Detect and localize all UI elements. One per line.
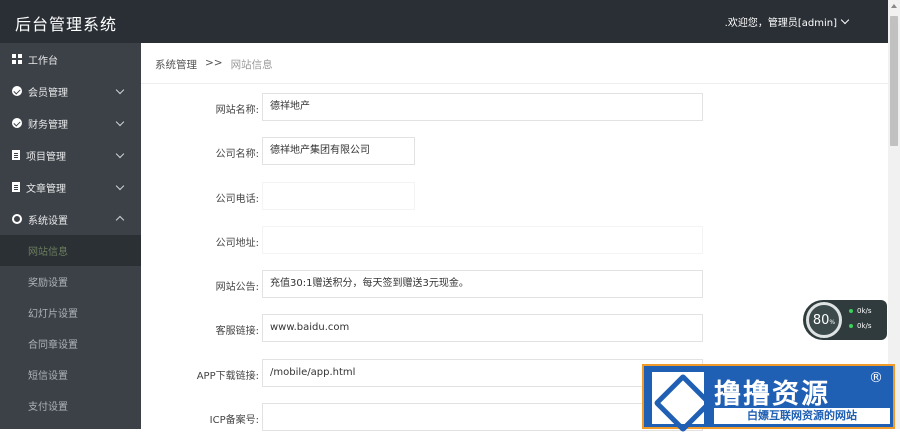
app-title: 后台管理系统 — [15, 15, 118, 34]
document-icon — [12, 182, 20, 192]
sidebar-item-settings[interactable]: 系统设置 — [0, 203, 141, 235]
sidebar-subitem-slides[interactable]: 幻灯片设置 — [0, 297, 141, 328]
upload-speed-value: 0k/s — [857, 307, 872, 315]
sidebar-subitem-label: 网站信息 — [28, 247, 68, 258]
company-phone-label: 公司电话: — [215, 194, 259, 205]
speed-percent: 80 — [812, 312, 830, 328]
site-name-input[interactable]: 德祥地产 — [262, 93, 703, 121]
form-row-service-link: 客服链接: www.baidu.com — [141, 314, 888, 342]
breadcrumb-parent[interactable]: 系统管理 — [155, 57, 197, 72]
status-dot-icon — [849, 324, 853, 328]
icp-label: ICP备案号: — [209, 415, 259, 426]
check-circle-icon — [12, 118, 22, 128]
app-link-input[interactable]: /mobile/app.html — [262, 359, 703, 387]
registered-mark: ® — [869, 370, 883, 386]
company-phone-input[interactable] — [262, 182, 415, 210]
user-menu[interactable]: .欢迎您，管理员[admin] — [724, 14, 850, 29]
speed-gauge: 80% — [806, 302, 842, 338]
notice-input[interactable]: 充值30:1赠送积分，每天签到赠送3元现金。 — [262, 270, 703, 298]
check-circle-icon — [12, 86, 22, 96]
sidebar-item-finance[interactable]: 财务管理 — [0, 107, 141, 139]
form-row-company-name: 公司名称: 德祥地产集团有限公司 — [141, 137, 888, 165]
sidebar-subitem-label: 短信设置 — [28, 371, 68, 382]
icp-input[interactable] — [262, 403, 703, 431]
chevron-down-icon — [840, 15, 850, 25]
service-link-label: 客服链接: — [215, 326, 259, 337]
sidebar: 工作台 会员管理 财务管理 项目管理 文章管理 系统设置 网站信息 奖励设置 幻… — [0, 43, 141, 429]
sidebar-item-label: 系统设置 — [28, 215, 68, 227]
sidebar-subitem-label: 支付设置 — [28, 402, 68, 413]
sidebar-item-label: 文章管理 — [26, 183, 66, 195]
breadcrumb-current: 网站信息 — [230, 59, 273, 71]
app-link-label: APP下载链接: — [196, 371, 259, 382]
watermark-subtitle: 白嫖互联网资源的网站 — [714, 408, 890, 424]
sidebar-subitem-label: 奖励设置 — [28, 278, 68, 289]
sidebar-item-dashboard[interactable]: 工作台 — [0, 43, 141, 75]
chevron-up-icon — [115, 215, 125, 225]
breadcrumb-separator: >> — [205, 57, 223, 69]
sidebar-item-label: 会员管理 — [28, 87, 68, 99]
sidebar-subitem-payment[interactable]: 支付设置 — [0, 390, 141, 421]
gear-icon — [12, 214, 22, 224]
breadcrumb: 系统管理 >> 网站信息 — [155, 57, 273, 72]
download-speed: 0k/s — [849, 322, 872, 330]
company-name-input[interactable]: 德祥地产集团有限公司 — [262, 137, 415, 165]
sidebar-item-members[interactable]: 会员管理 — [0, 75, 141, 107]
sidebar-item-projects[interactable]: 项目管理 — [0, 139, 141, 171]
document-icon — [12, 150, 20, 160]
sidebar-item-articles[interactable]: 文章管理 — [0, 171, 141, 203]
notice-label: 网站公告: — [215, 282, 259, 293]
sidebar-item-label: 工作台 — [28, 55, 58, 67]
sidebar-subitem-sms[interactable]: 短信设置 — [0, 359, 141, 390]
speed-unit: % — [829, 318, 836, 326]
grid-icon — [12, 54, 22, 64]
chevron-down-icon — [115, 85, 125, 95]
sidebar-subitem-site-info[interactable]: 网站信息 — [0, 235, 141, 266]
sidebar-subitem-label: 幻灯片设置 — [28, 309, 78, 320]
form-row-site-name: 网站名称: 德祥地产 — [141, 93, 888, 121]
company-address-input[interactable] — [262, 226, 703, 254]
company-address-label: 公司地址: — [215, 238, 259, 249]
network-speed-widget[interactable]: 80% 0k/s 0k/s — [803, 300, 887, 340]
upload-speed: 0k/s — [849, 307, 872, 315]
watermark-title: 撸撸资源 — [714, 379, 830, 410]
sidebar-subitem-contract-seal[interactable]: 合同章设置 — [0, 328, 141, 359]
service-link-input[interactable]: www.baidu.com — [262, 314, 703, 342]
scroll-up-icon[interactable] — [891, 4, 897, 8]
watermark-banner: 撸撸资源 ® 白嫖互联网资源的网站 — [642, 364, 895, 429]
form-row-notice: 网站公告: 充值30:1赠送积分，每天签到赠送3元现金。 — [141, 270, 888, 298]
form-row-company-address: 公司地址: — [141, 226, 888, 254]
form-row-company-phone: 公司电话: — [141, 182, 888, 210]
scroll-thumb[interactable] — [890, 16, 898, 146]
chevron-down-icon — [115, 181, 125, 191]
sidebar-subitem-rewards[interactable]: 奖励设置 — [0, 266, 141, 297]
chevron-down-icon — [115, 117, 125, 127]
welcome-text: .欢迎您，管理员[admin] — [724, 18, 837, 29]
sidebar-item-label: 财务管理 — [28, 119, 68, 131]
top-header: 后台管理系统 .欢迎您，管理员[admin] — [0, 0, 888, 43]
site-name-label: 网站名称: — [215, 105, 259, 116]
watermark-logo-icon — [652, 372, 704, 424]
sidebar-item-label: 项目管理 — [26, 151, 66, 163]
divider — [141, 83, 888, 84]
download-speed-value: 0k/s — [857, 322, 872, 330]
company-name-label: 公司名称: — [215, 149, 259, 160]
chevron-down-icon — [115, 149, 125, 159]
sidebar-subitem-label: 合同章设置 — [28, 340, 78, 351]
status-dot-icon — [849, 309, 853, 313]
